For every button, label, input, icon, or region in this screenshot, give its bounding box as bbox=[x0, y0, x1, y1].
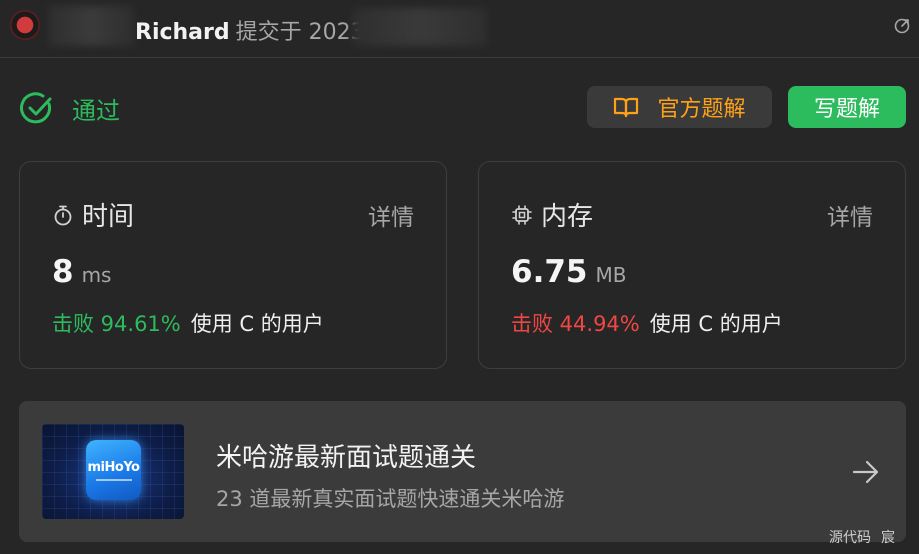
submitted-time: 提交于 2023 bbox=[235, 20, 365, 45]
promo-thumbnail: miHoYo bbox=[42, 424, 184, 519]
runtime-beat: 击败 94.61% 使用 C 的用户 bbox=[52, 308, 324, 338]
memory-beat: 击败 44.94% 使用 C 的用户 bbox=[511, 308, 783, 338]
memory-value: 6.75 MB bbox=[511, 254, 626, 290]
watermark-part2: 宸 bbox=[881, 530, 895, 546]
official-solution-label: 官方题解 bbox=[657, 97, 746, 122]
promo-subtitle: 23 道最新真实面试题快速通关米哈游 bbox=[216, 487, 565, 511]
runtime-beat-percent: 击败 94.61% bbox=[52, 312, 181, 336]
memory-title: 内存 bbox=[511, 196, 593, 233]
chip-icon bbox=[512, 204, 532, 225]
watermark: 源代码宸 bbox=[829, 527, 895, 547]
runtime-value: 8 ms bbox=[52, 254, 111, 290]
status-label: 通过 bbox=[72, 96, 120, 125]
watermark-part1: 源代码 bbox=[829, 530, 871, 546]
submitter-info: Richard 提交于 2023 bbox=[135, 14, 365, 46]
submission-status: 通过 bbox=[20, 88, 120, 128]
write-solution-button[interactable]: 写题解 bbox=[788, 86, 906, 128]
stopwatch-icon bbox=[54, 205, 72, 225]
external-link-icon[interactable] bbox=[893, 17, 911, 35]
logo-text: miHoYo bbox=[87, 459, 140, 475]
memory-card: 内存 详情 6.75 MB 击败 44.94% 使用 C 的用户 bbox=[478, 161, 906, 369]
promo-banner[interactable]: miHoYo 米哈游最新面试题通关 23 道最新真实面试题快速通关米哈游 bbox=[19, 401, 906, 542]
memory-beat-suffix: 使用 C 的用户 bbox=[649, 312, 783, 336]
runtime-title: 时间 bbox=[52, 196, 134, 233]
runtime-beat-suffix: 使用 C 的用户 bbox=[190, 312, 324, 336]
runtime-card: 时间 详情 8 ms 击败 94.61% 使用 C 的用户 bbox=[19, 161, 447, 369]
book-icon bbox=[614, 97, 639, 118]
runtime-unit: ms bbox=[81, 263, 112, 287]
submission-header: Richard 提交于 2023 bbox=[0, 0, 919, 58]
blurred-region bbox=[48, 6, 134, 46]
promo-title: 米哈游最新面试题通关 bbox=[216, 443, 477, 473]
logo-underline bbox=[95, 478, 132, 481]
memory-title-text: 内存 bbox=[541, 202, 594, 232]
runtime-title-text: 时间 bbox=[82, 202, 135, 232]
runtime-detail-link[interactable]: 详情 bbox=[368, 198, 414, 232]
blurred-region bbox=[352, 8, 488, 46]
check-circle-icon bbox=[20, 92, 52, 124]
memory-detail-link[interactable]: 详情 bbox=[827, 198, 873, 232]
avatar[interactable] bbox=[10, 10, 40, 40]
official-solution-button[interactable]: 官方题解 bbox=[587, 86, 772, 128]
mihoyo-logo: miHoYo bbox=[86, 440, 141, 500]
memory-unit: MB bbox=[595, 263, 627, 287]
memory-beat-percent: 击败 44.94% bbox=[511, 312, 640, 336]
arrow-right-icon[interactable] bbox=[851, 458, 881, 486]
username[interactable]: Richard bbox=[135, 20, 230, 45]
runtime-number: 8 bbox=[52, 254, 74, 290]
memory-number: 6.75 bbox=[511, 254, 588, 290]
